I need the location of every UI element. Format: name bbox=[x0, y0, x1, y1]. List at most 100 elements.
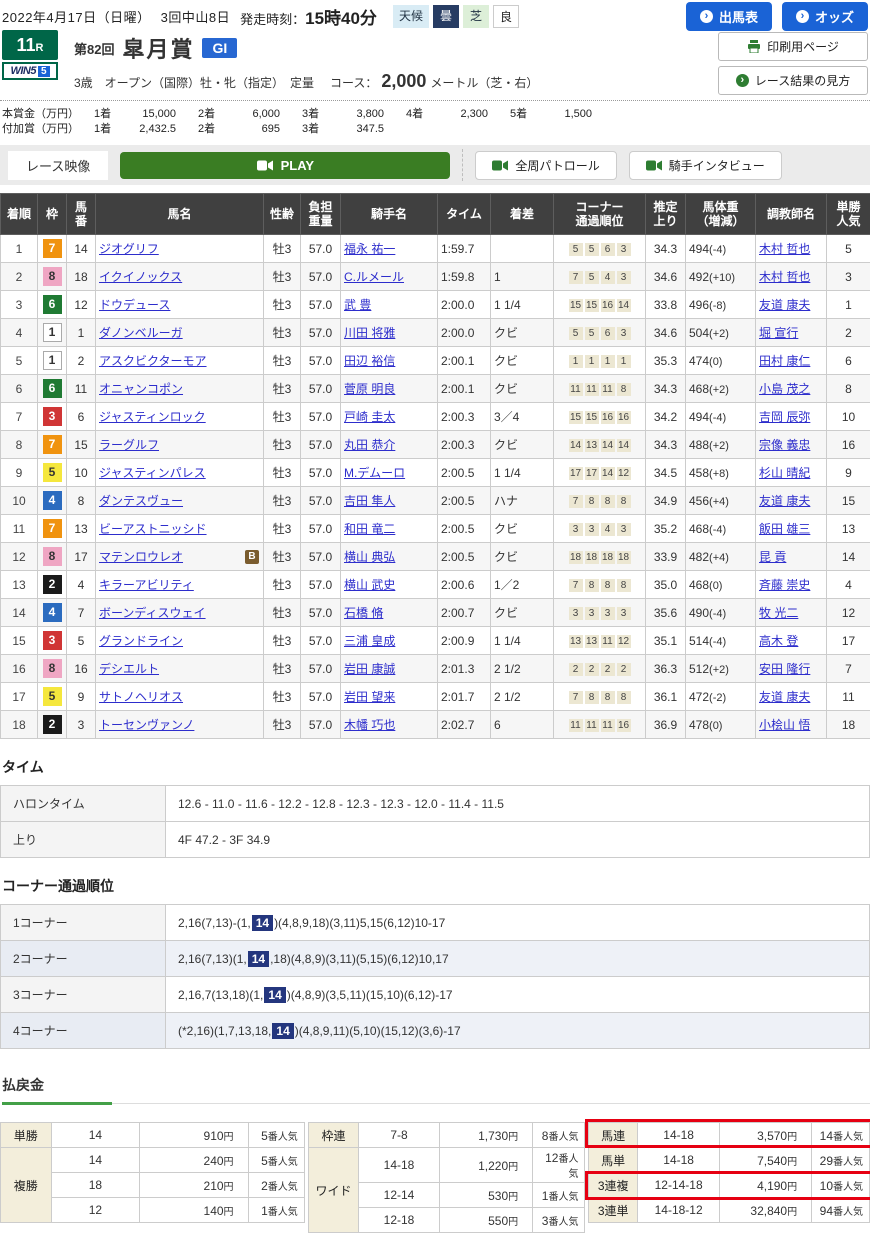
trainer-link[interactable]: 安田 隆行 bbox=[759, 662, 810, 676]
jockey-link[interactable]: 田辺 裕信 bbox=[344, 354, 395, 368]
horse-number: 5 bbox=[67, 627, 96, 655]
trainer-link[interactable]: 宗像 義忠 bbox=[759, 438, 810, 452]
finish-time: 2:00.1 bbox=[438, 375, 491, 403]
horse-weight: 468 bbox=[689, 522, 709, 536]
jockey-link[interactable]: 菅原 明良 bbox=[344, 382, 395, 396]
horse-name-link[interactable]: ドウデュース bbox=[99, 298, 170, 312]
trainer-link[interactable]: 友道 康夫 bbox=[759, 494, 810, 508]
frame-cell: 8 bbox=[38, 655, 67, 683]
horse-weight: 490 bbox=[689, 606, 709, 620]
horse-name-link[interactable]: ビーアストニッシド bbox=[99, 522, 207, 536]
amount-value: 140 bbox=[204, 1204, 224, 1218]
horse-name-link[interactable]: サトノヘリオス bbox=[99, 690, 183, 704]
trainer-link[interactable]: 高木 登 bbox=[759, 634, 798, 648]
corner-order-cell: 1111118 bbox=[554, 375, 646, 403]
play-label: PLAY bbox=[281, 158, 314, 173]
jockey-link[interactable]: 川田 将雅 bbox=[344, 326, 395, 340]
jockey-link[interactable]: 和田 竜二 bbox=[344, 522, 395, 536]
horse-name-cell: ジオグリフ bbox=[96, 235, 264, 263]
trainer-cell: 安田 隆行 bbox=[756, 655, 827, 683]
trainer-link[interactable]: 吉岡 辰弥 bbox=[759, 410, 810, 424]
horse-name-link[interactable]: キラーアビリティ bbox=[99, 578, 194, 592]
horse-name-link[interactable]: マテンロウレオ bbox=[99, 550, 183, 564]
horse-name-link[interactable]: グランドライン bbox=[99, 634, 183, 648]
jockey-cell: 菅原 明良 bbox=[341, 375, 438, 403]
horse-weight-diff: (+2) bbox=[709, 664, 729, 676]
horse-name-link[interactable]: トーセンヴァンノ bbox=[99, 718, 194, 732]
trainer-link[interactable]: 杉山 晴紀 bbox=[759, 466, 810, 480]
arrow-circle-icon: › bbox=[736, 74, 749, 87]
print-page-button[interactable]: 印刷用ページ bbox=[718, 32, 868, 61]
column-header: 負担 重量 bbox=[301, 194, 341, 235]
horse-name-link[interactable]: ジオグリフ bbox=[99, 242, 159, 256]
trainer-cell: 小桧山 悟 bbox=[756, 711, 827, 739]
corner-position: 11 bbox=[585, 719, 599, 732]
win-popularity: 10 bbox=[827, 403, 870, 431]
jockey-link[interactable]: 武 豊 bbox=[344, 298, 371, 312]
jockey-link[interactable]: 岩田 康誠 bbox=[344, 662, 395, 676]
jockey-link[interactable]: 福永 祐一 bbox=[344, 242, 395, 256]
column-header: 調教師名 bbox=[756, 194, 827, 235]
jockey-link[interactable]: M.デムーロ bbox=[344, 466, 405, 480]
jockey-link[interactable]: 戸崎 圭太 bbox=[344, 410, 395, 424]
horse-name-link[interactable]: ジャスティンパレス bbox=[99, 466, 206, 480]
trainer-link[interactable]: 斉藤 崇史 bbox=[759, 578, 810, 592]
odds-button[interactable]: › オッズ bbox=[782, 2, 868, 31]
trainer-link[interactable]: 飯田 雄三 bbox=[759, 522, 810, 536]
jockey-link[interactable]: 三浦 皇成 bbox=[344, 634, 395, 648]
play-button[interactable]: PLAY bbox=[120, 152, 450, 179]
jockey-interview-button[interactable]: 騎手インタビュー bbox=[629, 151, 782, 180]
horse-name-link[interactable]: ダンテスヴュー bbox=[99, 494, 183, 508]
horse-name-link[interactable]: デシエルト bbox=[99, 662, 159, 676]
horse-name-link[interactable]: ボーンディスウェイ bbox=[99, 606, 206, 620]
patrol-video-button[interactable]: 全周パトロール bbox=[475, 151, 616, 180]
trainer-link[interactable]: 友道 康夫 bbox=[759, 298, 810, 312]
horse-name-link[interactable]: アスクビクターモア bbox=[99, 354, 207, 368]
column-header: 枠 bbox=[38, 194, 67, 235]
horse-name-cell: ダンテスヴュー bbox=[96, 487, 264, 515]
corner-order-cell: 2222 bbox=[554, 655, 646, 683]
jockey-link[interactable]: 石橋 脩 bbox=[344, 606, 383, 620]
amount-unit: 円 bbox=[224, 1207, 234, 1218]
horse-weight: 456 bbox=[689, 494, 709, 508]
prize-amount: 695 bbox=[228, 122, 280, 137]
jockey-link[interactable]: 丸田 恭介 bbox=[344, 438, 395, 452]
trainer-link[interactable]: 小桧山 悟 bbox=[759, 718, 810, 732]
trainer-link[interactable]: 木村 哲也 bbox=[759, 270, 810, 284]
carried-weight: 57.0 bbox=[301, 627, 341, 655]
payout-amount: 1,220円 bbox=[439, 1148, 532, 1183]
jockey-link[interactable]: 横山 典弘 bbox=[344, 550, 395, 564]
bet-combination: 12-14 bbox=[359, 1183, 440, 1208]
jockey-link[interactable]: 木幡 巧也 bbox=[344, 718, 395, 732]
result-guide-button[interactable]: › レース結果の見方 bbox=[718, 66, 868, 95]
horse-number: 6 bbox=[67, 403, 96, 431]
trainer-link[interactable]: 昆 貢 bbox=[759, 550, 786, 564]
corner-position: 14 bbox=[617, 439, 631, 452]
frame-number-badge: 8 bbox=[43, 547, 62, 566]
horse-name-link[interactable]: イクイノックス bbox=[99, 270, 182, 284]
trainer-link[interactable]: 小島 茂之 bbox=[759, 382, 810, 396]
entry-table-button[interactable]: › 出馬表 bbox=[686, 2, 772, 31]
jockey-link[interactable]: 吉田 隼人 bbox=[344, 494, 395, 508]
horse-name-link[interactable]: オニャンコポン bbox=[99, 382, 183, 396]
horse-weight-diff: (+8) bbox=[709, 468, 729, 480]
win-popularity: 7 bbox=[827, 655, 870, 683]
trainer-link[interactable]: 牧 光二 bbox=[759, 606, 798, 620]
corner-position: 16 bbox=[601, 411, 615, 424]
time-row: ハロンタイム12.6 - 11.0 - 11.6 - 12.2 - 12.8 -… bbox=[1, 786, 870, 822]
last-3f-time: 36.3 bbox=[646, 655, 686, 683]
bet-type-label: 馬単 bbox=[589, 1148, 637, 1173]
corner-position: 3 bbox=[617, 327, 631, 340]
trainer-link[interactable]: 木村 哲也 bbox=[759, 242, 810, 256]
jockey-link[interactable]: 横山 武史 bbox=[344, 578, 395, 592]
trainer-link[interactable]: 田村 康仁 bbox=[759, 354, 810, 368]
horse-name-link[interactable]: ジャスティンロック bbox=[99, 410, 206, 424]
jockey-link[interactable]: 岩田 望来 bbox=[344, 690, 395, 704]
corner-position: 17 bbox=[569, 467, 583, 480]
trainer-link[interactable]: 堀 宣行 bbox=[759, 326, 798, 340]
trainer-link[interactable]: 友道 康夫 bbox=[759, 690, 810, 704]
amount-value: 910 bbox=[204, 1129, 224, 1143]
horse-name-link[interactable]: ラーグルフ bbox=[99, 438, 159, 452]
horse-name-link[interactable]: ダノンベルーガ bbox=[99, 326, 183, 340]
jockey-link[interactable]: C.ルメール bbox=[344, 270, 404, 284]
